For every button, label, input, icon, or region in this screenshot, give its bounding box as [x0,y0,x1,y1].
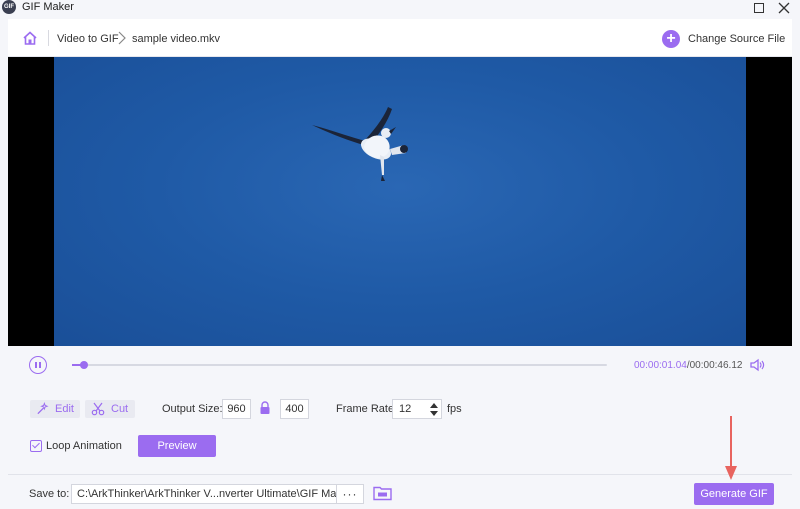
save-to-label: Save to: [29,488,70,500]
browse-more-button[interactable]: ··· [337,484,364,504]
gif-settings-panel: Edit Cut Output Size: 960 400 Frame Rate… [8,384,792,474]
aspect-lock-icon[interactable] [259,401,271,415]
scissors-icon [91,402,105,416]
timeline-handle[interactable] [80,361,89,369]
change-source-file-button[interactable]: + Change Source File [662,29,785,49]
volume-button[interactable] [749,357,765,373]
change-source-file-label: Change Source File [688,33,786,45]
fps-unit-label: fps [447,403,462,415]
frame-rate-label: Frame Rate: [336,403,398,415]
nav-divider [48,30,49,46]
close-button[interactable] [776,0,792,16]
close-icon [778,2,790,14]
maximize-button[interactable] [751,0,767,16]
chevron-right-icon [116,30,128,46]
total-time: 00:00:46.12 [689,360,743,371]
cut-button[interactable]: Cut [85,400,135,418]
save-path-field[interactable]: C:\ArkThinker\ArkThinker V...nverter Ult… [71,484,337,504]
output-width-input[interactable]: 960 [222,399,251,419]
video-content-bird [312,107,408,181]
top-nav-bar: Video to GIF sample video.mkv + Change S… [8,19,792,57]
edit-button[interactable]: Edit [30,400,80,418]
cut-label: Cut [111,403,129,415]
increment-icon[interactable] [430,402,438,409]
video-preview[interactable] [8,57,792,346]
magic-wand-icon [37,402,49,415]
breadcrumb-video-to-gif[interactable]: Video to GIF [57,33,119,45]
loop-animation-label: Loop Animation [46,440,122,452]
decrement-icon[interactable] [430,410,438,417]
volume-icon [750,358,765,372]
edit-label: Edit [55,403,74,415]
output-height-input[interactable]: 400 [280,399,309,419]
title-bar: GIF GIF Maker [0,0,800,16]
playback-bar: 00:00:01.04/00:00:46.12 [8,346,792,384]
generate-gif-button[interactable]: Generate GIF [694,483,774,505]
video-frame [54,57,746,346]
open-folder-button[interactable] [373,485,392,501]
current-time: 00:00:01.04 [634,360,687,371]
timeline-slider[interactable] [72,361,607,369]
output-size-label: Output Size: [162,403,223,415]
breadcrumb-file-name: sample video.mkv [132,33,221,45]
annotation-arrow-icon [725,416,737,480]
preview-button[interactable]: Preview [138,435,216,457]
frame-rate-input[interactable]: 12 [392,399,442,419]
timecode: 00:00:01.04/00:00:46.12 [634,360,742,371]
home-icon [23,31,37,45]
pause-button[interactable] [29,356,47,374]
home-button[interactable] [22,30,38,46]
window-title: GIF Maker [22,1,74,13]
folder-icon [373,486,392,501]
maximize-icon [754,3,764,13]
plus-circle-icon: + [662,30,680,48]
gif-app-icon: GIF [2,0,16,14]
frame-rate-value: 12 [399,403,412,415]
save-bar: Save to: C:\ArkThinker\ArkThinker V...nv… [8,474,792,509]
loop-animation-checkbox[interactable] [30,440,42,452]
